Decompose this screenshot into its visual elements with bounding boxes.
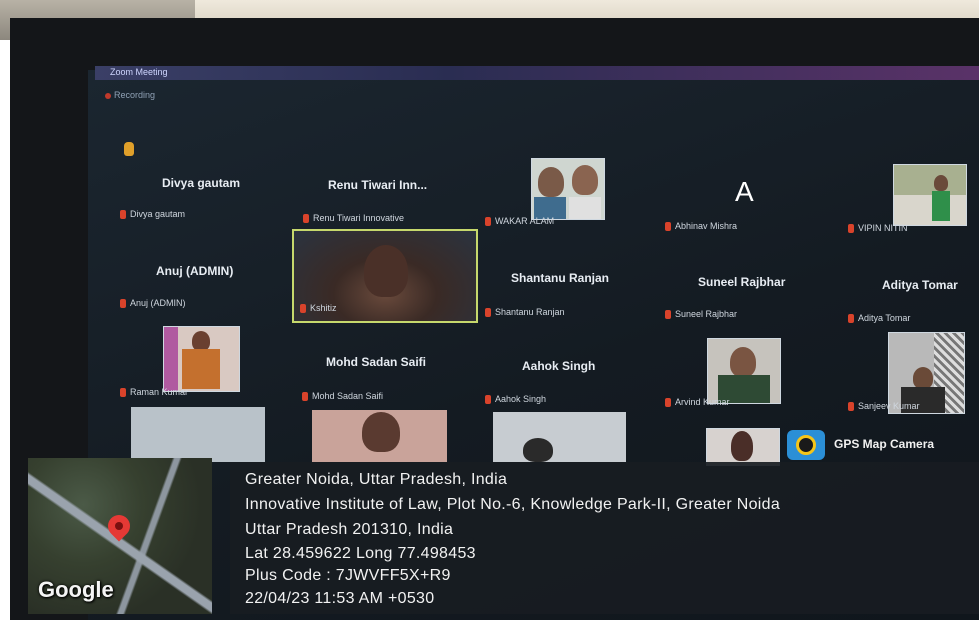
participant-name: Aahok Singh bbox=[522, 359, 596, 373]
participant-label-text: VIPIN NITIN bbox=[858, 223, 908, 233]
participant-video[interactable] bbox=[131, 407, 265, 462]
participant-name: Divya gautam bbox=[162, 176, 241, 190]
gps-camera-icon bbox=[787, 430, 825, 460]
window-titlebar bbox=[95, 66, 979, 80]
participant-name: Renu Tiwari Inn... bbox=[328, 178, 428, 192]
window-title: Zoom Meeting bbox=[110, 67, 168, 77]
participant-video[interactable] bbox=[531, 158, 605, 220]
participant-label-text: Shantanu Ranjan bbox=[495, 307, 565, 317]
participant-name: Suneel Rajbhar bbox=[698, 275, 786, 289]
active-speaker-video[interactable]: Kshitiz bbox=[292, 229, 478, 323]
participant-label: Raman Kumar bbox=[120, 387, 188, 397]
raise-hand-icon bbox=[124, 142, 134, 156]
participant-label-text: Sanjeev Kumar bbox=[858, 401, 920, 411]
gps-line-address: Innovative Institute of Law, Plot No.-6,… bbox=[245, 496, 781, 513]
gps-line-coordinates: Lat 28.459622 Long 77.498453 bbox=[245, 545, 476, 562]
gps-line-timestamp: 22/04/23 11:53 AM +0530 bbox=[245, 590, 435, 607]
participant-video[interactable] bbox=[893, 164, 967, 226]
recording-label: Recording bbox=[114, 90, 156, 100]
participant-label-text: Divya gautam bbox=[130, 209, 186, 219]
participant-label-text: Aditya Tomar bbox=[858, 313, 911, 323]
gps-line-plus-code: Plus Code : 7JWVFF5X+R9 bbox=[245, 567, 451, 584]
gps-line-state: Uttar Pradesh 201310, India bbox=[245, 521, 454, 538]
participant-label: VIPIN NITIN bbox=[848, 223, 908, 233]
mic-muted-icon bbox=[665, 221, 671, 231]
participant-label: Abhinav Mishra bbox=[665, 221, 737, 231]
mic-muted-icon bbox=[120, 298, 126, 308]
participant-label: Renu Tiwari Innovative bbox=[303, 213, 404, 223]
participant-label-text: WAKAR ALAM bbox=[495, 216, 555, 226]
mic-muted-icon bbox=[485, 216, 491, 226]
mic-muted-icon bbox=[300, 303, 306, 313]
mic-muted-icon bbox=[848, 313, 854, 323]
participant-label: Arvind Kumar bbox=[665, 397, 730, 407]
participant-video[interactable] bbox=[312, 410, 447, 462]
participant-label: Kshitiz bbox=[300, 303, 337, 313]
mic-muted-icon bbox=[848, 401, 854, 411]
mic-muted-icon bbox=[303, 213, 309, 223]
participant-video[interactable] bbox=[163, 326, 240, 392]
participant-label: Shantanu Ranjan bbox=[485, 307, 565, 317]
participant-video[interactable] bbox=[706, 428, 780, 466]
gps-app-name: GPS Map Camera bbox=[834, 437, 935, 451]
participant-label: Aahok Singh bbox=[485, 394, 546, 404]
participant-label-text: Renu Tiwari Innovative bbox=[313, 213, 405, 223]
participant-name: Shantanu Ranjan bbox=[511, 271, 610, 285]
participant-name: Anuj (ADMIN) bbox=[156, 264, 234, 278]
mic-muted-icon bbox=[302, 391, 308, 401]
mic-muted-icon bbox=[120, 387, 126, 397]
participant-label-text: Anuj (ADMIN) bbox=[130, 298, 186, 308]
gps-line-location: Greater Noida, Uttar Pradesh, India bbox=[245, 471, 508, 488]
recording-icon bbox=[105, 93, 111, 99]
participant-name: Aditya Tomar bbox=[882, 278, 958, 292]
participant-label-text: Suneel Rajbhar bbox=[675, 309, 738, 319]
participant-label: Aditya Tomar bbox=[848, 313, 910, 323]
participant-label-text: Raman Kumar bbox=[130, 387, 189, 397]
mic-muted-icon bbox=[665, 309, 671, 319]
participant-label: Suneel Rajbhar bbox=[665, 309, 737, 319]
map-pin-center bbox=[115, 522, 123, 530]
mic-muted-icon bbox=[485, 394, 491, 404]
participant-label: Anuj (ADMIN) bbox=[120, 298, 186, 308]
mic-muted-icon bbox=[848, 223, 854, 233]
mic-muted-icon bbox=[120, 209, 126, 219]
participant-label-text: Aahok Singh bbox=[495, 394, 547, 404]
participant-label: Mohd Sadan Saifi bbox=[302, 391, 383, 401]
mic-muted-icon bbox=[485, 307, 491, 317]
participant-label: Sanjeev Kumar bbox=[848, 401, 920, 411]
participant-label: WAKAR ALAM bbox=[485, 216, 554, 226]
participant-name: Mohd Sadan Saifi bbox=[326, 355, 427, 369]
participant-initial: A bbox=[735, 176, 754, 207]
participant-label-text: Kshitiz bbox=[310, 303, 337, 313]
map-brand: Google bbox=[38, 577, 114, 602]
participant-label: Divya gautam bbox=[120, 209, 185, 219]
mic-muted-icon bbox=[665, 397, 671, 407]
participant-label-text: Arvind Kumar bbox=[675, 397, 730, 407]
participant-video[interactable] bbox=[493, 412, 626, 462]
participant-label-text: Mohd Sadan Saifi bbox=[312, 391, 384, 401]
participant-video[interactable] bbox=[707, 338, 781, 404]
participant-label-text: Abhinav Mishra bbox=[675, 221, 738, 231]
